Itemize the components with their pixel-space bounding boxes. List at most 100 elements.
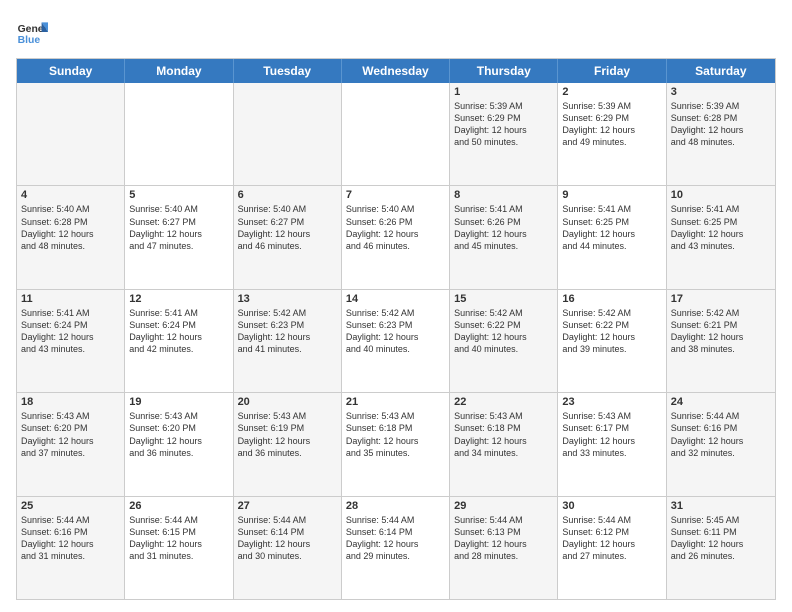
calendar-row-4: 18 Sunrise: 5:43 AM Sunset: 6:20 PM Dayli… [17,393,775,496]
calendar-cell: 27Sunrise: 5:44 AM Sunset: 6:14 PM Dayli… [234,497,342,599]
calendar-cell: 18 Sunrise: 5:43 AM Sunset: 6:20 PM Dayli… [17,393,125,495]
day-number: 20 [238,396,337,408]
calendar-row-1: 1 Sunrise: 5:39 AM Sunset: 6:29 PM Daylig… [17,83,775,186]
page: General Blue Sunday Monday Tuesday Wedne… [0,0,792,612]
calendar-cell: 24 Sunrise: 5:44 AM Sunset: 6:16 PM Dayli… [667,393,775,495]
day-info: Sunrise: 5:44 AM Sunset: 6:16 PM Dayligh… [21,514,120,563]
day-number: 15 [454,293,553,305]
calendar-cell: 6Sunrise: 5:40 AM Sunset: 6:27 PM Daylig… [234,186,342,288]
day-info: Sunrise: 5:42 AM Sunset: 6:22 PM Dayligh… [454,307,553,356]
calendar-cell: 8 Sunrise: 5:41 AM Sunset: 6:26 PM Daylig… [450,186,558,288]
calendar-cell: 1 Sunrise: 5:39 AM Sunset: 6:29 PM Daylig… [450,83,558,185]
header-tuesday: Tuesday [234,59,342,83]
calendar-body: 1 Sunrise: 5:39 AM Sunset: 6:29 PM Daylig… [17,83,775,599]
calendar-cell: 3 Sunrise: 5:39 AM Sunset: 6:28 PM Daylig… [667,83,775,185]
day-info: Sunrise: 5:45 AM Sunset: 6:11 PM Dayligh… [671,514,771,563]
calendar-header: Sunday Monday Tuesday Wednesday Thursday… [17,59,775,83]
day-number: 25 [21,500,120,512]
day-info: Sunrise: 5:44 AM Sunset: 6:12 PM Dayligh… [562,514,661,563]
day-number: 18 [21,396,120,408]
day-number: 24 [671,396,771,408]
day-number: 2 [562,86,661,98]
calendar-cell: 22Sunrise: 5:43 AM Sunset: 6:18 PM Dayli… [450,393,558,495]
day-info: Sunrise: 5:43 AM Sunset: 6:20 PM Dayligh… [129,410,228,459]
calendar-cell: 11 Sunrise: 5:41 AM Sunset: 6:24 PM Dayli… [17,290,125,392]
day-info: Sunrise: 5:40 AM Sunset: 6:28 PM Dayligh… [21,203,120,252]
calendar-cell: 17 Sunrise: 5:42 AM Sunset: 6:21 PM Dayli… [667,290,775,392]
day-number: 31 [671,500,771,512]
logo: General Blue [16,16,48,48]
day-number: 3 [671,86,771,98]
day-number: 22 [454,396,553,408]
calendar-row-2: 4Sunrise: 5:40 AM Sunset: 6:28 PM Daylig… [17,186,775,289]
day-number: 26 [129,500,228,512]
calendar: Sunday Monday Tuesday Wednesday Thursday… [16,58,776,600]
day-number: 28 [346,500,445,512]
calendar-cell: 5Sunrise: 5:40 AM Sunset: 6:27 PM Daylig… [125,186,233,288]
day-info: Sunrise: 5:42 AM Sunset: 6:21 PM Dayligh… [671,307,771,356]
day-info: Sunrise: 5:40 AM Sunset: 6:27 PM Dayligh… [238,203,337,252]
calendar-cell: 2 Sunrise: 5:39 AM Sunset: 6:29 PM Daylig… [558,83,666,185]
day-info: Sunrise: 5:39 AM Sunset: 6:29 PM Dayligh… [562,100,661,149]
day-info: Sunrise: 5:40 AM Sunset: 6:27 PM Dayligh… [129,203,228,252]
day-number: 29 [454,500,553,512]
header: General Blue [16,16,776,48]
calendar-cell: 12 Sunrise: 5:41 AM Sunset: 6:24 PM Dayli… [125,290,233,392]
day-info: Sunrise: 5:41 AM Sunset: 6:25 PM Dayligh… [562,203,661,252]
day-info: Sunrise: 5:43 AM Sunset: 6:17 PM Dayligh… [562,410,661,459]
day-info: Sunrise: 5:43 AM Sunset: 6:18 PM Dayligh… [346,410,445,459]
day-info: Sunrise: 5:39 AM Sunset: 6:28 PM Dayligh… [671,100,771,149]
day-number: 10 [671,189,771,201]
day-number: 12 [129,293,228,305]
calendar-cell: 10 Sunrise: 5:41 AM Sunset: 6:25 PM Dayli… [667,186,775,288]
header-saturday: Saturday [667,59,775,83]
day-info: Sunrise: 5:41 AM Sunset: 6:26 PM Dayligh… [454,203,553,252]
calendar-cell: 28 Sunrise: 5:44 AM Sunset: 6:14 PM Dayli… [342,497,450,599]
calendar-cell: 21 Sunrise: 5:43 AM Sunset: 6:18 PM Dayli… [342,393,450,495]
day-number: 9 [562,189,661,201]
day-number: 8 [454,189,553,201]
calendar-cell: 25 Sunrise: 5:44 AM Sunset: 6:16 PM Dayli… [17,497,125,599]
calendar-cell: 29 Sunrise: 5:44 AM Sunset: 6:13 PM Dayli… [450,497,558,599]
day-number: 7 [346,189,445,201]
calendar-cell: 14 Sunrise: 5:42 AM Sunset: 6:23 PM Dayli… [342,290,450,392]
day-info: Sunrise: 5:43 AM Sunset: 6:20 PM Dayligh… [21,410,120,459]
day-number: 17 [671,293,771,305]
calendar-cell [17,83,125,185]
day-number: 16 [562,293,661,305]
day-info: Sunrise: 5:41 AM Sunset: 6:25 PM Dayligh… [671,203,771,252]
calendar-cell: 31 Sunrise: 5:45 AM Sunset: 6:11 PM Dayli… [667,497,775,599]
day-info: Sunrise: 5:44 AM Sunset: 6:15 PM Dayligh… [129,514,228,563]
calendar-cell [125,83,233,185]
day-info: Sunrise: 5:39 AM Sunset: 6:29 PM Dayligh… [454,100,553,149]
day-info: Sunrise: 5:44 AM Sunset: 6:14 PM Dayligh… [238,514,337,563]
calendar-cell [342,83,450,185]
day-info: Sunrise: 5:44 AM Sunset: 6:16 PM Dayligh… [671,410,771,459]
day-number: 23 [562,396,661,408]
day-info: Sunrise: 5:44 AM Sunset: 6:14 PM Dayligh… [346,514,445,563]
day-number: 30 [562,500,661,512]
day-info: Sunrise: 5:41 AM Sunset: 6:24 PM Dayligh… [21,307,120,356]
calendar-cell: 19Sunrise: 5:43 AM Sunset: 6:20 PM Dayli… [125,393,233,495]
day-number: 11 [21,293,120,305]
day-number: 14 [346,293,445,305]
day-number: 13 [238,293,337,305]
calendar-cell: 13Sunrise: 5:42 AM Sunset: 6:23 PM Dayli… [234,290,342,392]
day-number: 1 [454,86,553,98]
calendar-cell: 26 Sunrise: 5:44 AM Sunset: 6:15 PM Dayli… [125,497,233,599]
calendar-cell [234,83,342,185]
calendar-cell: 4Sunrise: 5:40 AM Sunset: 6:28 PM Daylig… [17,186,125,288]
header-thursday: Thursday [450,59,558,83]
day-info: Sunrise: 5:42 AM Sunset: 6:23 PM Dayligh… [346,307,445,356]
day-info: Sunrise: 5:43 AM Sunset: 6:19 PM Dayligh… [238,410,337,459]
header-friday: Friday [558,59,666,83]
calendar-cell: 20 Sunrise: 5:43 AM Sunset: 6:19 PM Dayli… [234,393,342,495]
day-info: Sunrise: 5:40 AM Sunset: 6:26 PM Dayligh… [346,203,445,252]
svg-text:Blue: Blue [18,35,41,46]
day-number: 21 [346,396,445,408]
day-info: Sunrise: 5:44 AM Sunset: 6:13 PM Dayligh… [454,514,553,563]
calendar-row-5: 25 Sunrise: 5:44 AM Sunset: 6:16 PM Dayli… [17,497,775,599]
day-info: Sunrise: 5:41 AM Sunset: 6:24 PM Dayligh… [129,307,228,356]
logo-icon: General Blue [16,16,48,48]
calendar-cell: 23 Sunrise: 5:43 AM Sunset: 6:17 PM Dayli… [558,393,666,495]
